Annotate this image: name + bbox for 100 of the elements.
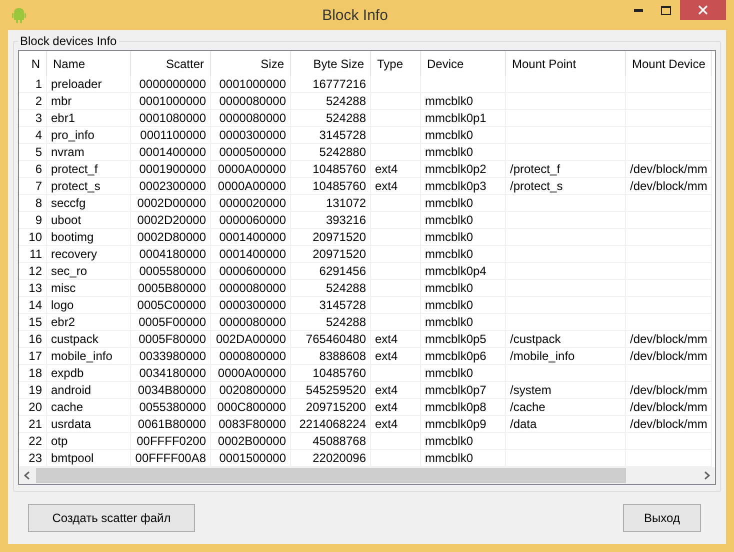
- scatter-cell: 0005C00000: [131, 297, 211, 314]
- horizontal-scrollbar[interactable]: [19, 467, 715, 484]
- size-cell: 0001000000: [211, 76, 291, 93]
- byte-size-cell: 6291456: [291, 263, 371, 280]
- name-cell: cache: [47, 399, 131, 416]
- row-number: 7: [19, 178, 47, 195]
- column-header[interactable]: Scatter: [131, 51, 211, 76]
- size-cell: 0000A00000: [211, 365, 291, 382]
- column-header[interactable]: Type: [371, 51, 421, 76]
- device-cell: mmcblk0p1: [421, 110, 506, 127]
- byte-size-cell: 10485760: [291, 365, 371, 382]
- size-cell: 0000080000: [211, 93, 291, 110]
- byte-size-cell: 524288: [291, 314, 371, 331]
- byte-size-cell: 524288: [291, 93, 371, 110]
- row-number: 15: [19, 314, 47, 331]
- window-title: Block Info: [321, 6, 389, 24]
- scatter-cell: 0001900000: [131, 161, 211, 178]
- size-cell: 0000A00000: [211, 161, 291, 178]
- scatter-cell: 0034B80000: [131, 382, 211, 399]
- device-cell: mmcblk0p2: [421, 161, 506, 178]
- column-header[interactable]: Size: [211, 51, 291, 76]
- size-cell: 0000300000: [211, 127, 291, 144]
- row-number: 12: [19, 263, 47, 280]
- maximize-icon[interactable]: [661, 6, 671, 14]
- mount-device-cell: /dev/block/mm: [626, 161, 712, 178]
- mount-device-cell: /dev/block/mm: [626, 348, 712, 365]
- minimize-icon[interactable]: [634, 8, 642, 12]
- row-number: 21: [19, 416, 47, 433]
- name-cell: logo: [47, 297, 131, 314]
- byte-size-cell: 3145728: [291, 297, 371, 314]
- mount-device-cell: /dev/block/mm: [626, 416, 712, 433]
- row-number: 13: [19, 280, 47, 297]
- device-cell: mmcblk0: [421, 314, 506, 331]
- name-cell: ebr1: [47, 110, 131, 127]
- row-number: 10: [19, 229, 47, 246]
- mount-point-cell: /system: [506, 382, 626, 399]
- device-cell: mmcblk0: [421, 229, 506, 246]
- scatter-cell: 0002D20000: [131, 212, 211, 229]
- column-header[interactable]: Mount Device: [626, 51, 712, 76]
- byte-size-cell: 545259520: [291, 382, 371, 399]
- close-button[interactable]: [680, 0, 726, 20]
- size-cell: 0000600000: [211, 263, 291, 280]
- row-number: 8: [19, 195, 47, 212]
- size-cell: 000C800000: [211, 399, 291, 416]
- device-cell: mmcblk0p7: [421, 382, 506, 399]
- device-cell: mmcblk0p9: [421, 416, 506, 433]
- row-number: 17: [19, 348, 47, 365]
- column-header[interactable]: Byte Size: [291, 51, 371, 76]
- name-cell: android: [47, 382, 131, 399]
- name-cell: expdb: [47, 365, 131, 382]
- scatter-cell: 0001080000: [131, 110, 211, 127]
- device-cell: mmcblk0: [421, 212, 506, 229]
- name-cell: nvram: [47, 144, 131, 161]
- scatter-cell: 0005580000: [131, 263, 211, 280]
- device-cell: mmcblk0: [421, 144, 506, 161]
- device-cell: mmcblk0: [421, 365, 506, 382]
- size-cell: 0000080000: [211, 110, 291, 127]
- device-cell: mmcblk0: [421, 297, 506, 314]
- name-cell: bootimg: [47, 229, 131, 246]
- name-cell: uboot: [47, 212, 131, 229]
- byte-size-cell: 3145728: [291, 127, 371, 144]
- byte-size-cell: 131072: [291, 195, 371, 212]
- mount-device-cell: /dev/block/mm: [626, 399, 712, 416]
- scatter-cell: 0001100000: [131, 127, 211, 144]
- create-scatter-button[interactable]: Создать scatter файл: [28, 504, 195, 532]
- column-header[interactable]: Mount Point: [506, 51, 626, 76]
- scrollbar-thumb[interactable]: [36, 468, 626, 483]
- scatter-cell: 0002300000: [131, 178, 211, 195]
- column-header[interactable]: N: [19, 51, 47, 76]
- row-number: 11: [19, 246, 47, 263]
- mount-point-cell: /custpack: [506, 331, 626, 348]
- mount-point-cell: /mobile_info: [506, 348, 626, 365]
- exit-button[interactable]: Выход: [623, 504, 701, 532]
- row-number: 22: [19, 433, 47, 450]
- scatter-cell: 0005F00000: [131, 314, 211, 331]
- mount-point-cell: /data: [506, 416, 626, 433]
- device-cell: mmcblk0: [421, 433, 506, 450]
- column-header[interactable]: Name: [47, 51, 131, 76]
- row-number: 9: [19, 212, 47, 229]
- name-cell: pro_info: [47, 127, 131, 144]
- scatter-cell: 0005F80000: [131, 331, 211, 348]
- name-cell: protect_s: [47, 178, 131, 195]
- scatter-cell: 0061B80000: [131, 416, 211, 433]
- device-cell: mmcblk0: [421, 127, 506, 144]
- name-cell: misc: [47, 280, 131, 297]
- row-number: 14: [19, 297, 47, 314]
- name-cell: preloader: [47, 76, 131, 93]
- byte-size-cell: 20971520: [291, 246, 371, 263]
- mount-device-cell: /dev/block/mm: [626, 382, 712, 399]
- size-cell: 0002B00000: [211, 433, 291, 450]
- row-number: 18: [19, 365, 47, 382]
- scatter-cell: 0002D80000: [131, 229, 211, 246]
- size-cell: 0000080000: [211, 314, 291, 331]
- byte-size-cell: 20971520: [291, 229, 371, 246]
- byte-size-cell: 524288: [291, 110, 371, 127]
- type-cell: ext4: [371, 348, 421, 365]
- name-cell: seccfg: [47, 195, 131, 212]
- type-cell: ext4: [371, 382, 421, 399]
- column-header[interactable]: Device: [421, 51, 506, 76]
- row-number: 4: [19, 127, 47, 144]
